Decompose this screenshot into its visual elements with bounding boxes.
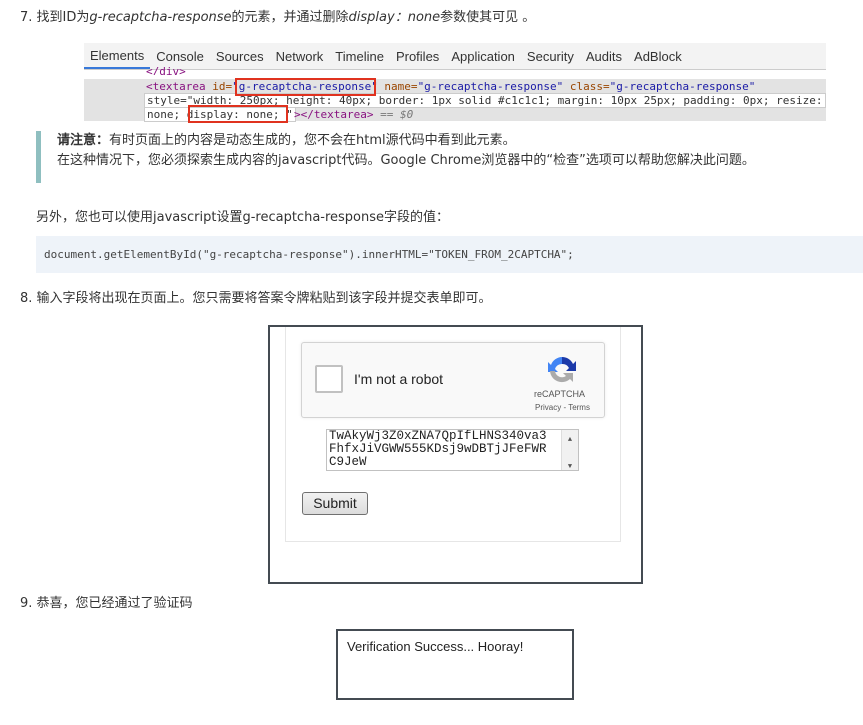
privacy-terms-link[interactable]: Privacy - Terms <box>535 403 590 412</box>
tab-audits[interactable]: Audits <box>580 49 628 64</box>
recaptcha-checkbox[interactable] <box>315 365 343 393</box>
step-7: 7. 找到ID为g-recaptcha-response的元素，并通过删除dis… <box>20 6 535 25</box>
step-9: 9. 恭喜，您已经通过了验证码 <box>20 592 193 611</box>
recaptcha-widget: I'm not a robot reCAPTCHA Privacy - Term… <box>301 342 605 418</box>
tab-security[interactable]: Security <box>521 49 580 64</box>
recaptcha-label: I'm not a robot <box>354 371 444 387</box>
tab-profiles[interactable]: Profiles <box>390 49 445 64</box>
note-line: 在这种情况下，您必须探索生成内容的javascript代码。Google Chr… <box>57 153 755 168</box>
text: 找到ID为 <box>36 10 90 25</box>
textarea-line: C9JeW <box>329 455 367 469</box>
tab-sources[interactable]: Sources <box>210 49 270 64</box>
css-property: display：none <box>348 10 441 25</box>
value: "g-recaptcha-response" <box>417 80 564 93</box>
attr: id= <box>205 80 233 93</box>
tab-console[interactable]: Console <box>150 49 210 64</box>
code-close: ></textarea> == $0 <box>294 108 413 121</box>
tab-application[interactable]: Application <box>445 49 521 64</box>
text: 的元素，并通过删除 <box>231 10 349 25</box>
success-screenshot: Verification Success... Hooray! <box>336 629 574 700</box>
value: "g-recaptcha-response" <box>609 80 756 93</box>
attr: class= <box>563 80 610 93</box>
devtools-tabs: Elements Console Sources Network Timelin… <box>84 43 826 70</box>
step-number: 9. <box>20 596 33 611</box>
paragraph: 另外，您也可以使用javascript设置g-recaptcha-respons… <box>36 210 450 225</box>
recaptcha-brand: reCAPTCHA <box>534 389 586 399</box>
element-id: g-recaptcha-response <box>89 10 232 25</box>
code-block: document.getElementById("g-recaptcha-res… <box>36 236 863 273</box>
tab-adblock[interactable]: AdBlock <box>628 49 688 64</box>
attr: name= <box>377 80 418 93</box>
tag: <textarea <box>146 80 206 93</box>
text: 恭喜，您已经通过了验证码 <box>36 596 193 611</box>
highlight-box-display <box>188 105 288 123</box>
note-line: 有时页面上的内容是动态生成的，您不会在html源代码中看到此元素。 <box>109 133 516 148</box>
note-label: 请注意： <box>57 133 110 148</box>
text: 参数使其可见 。 <box>440 10 536 25</box>
highlight-box-id <box>235 78 376 96</box>
text: 输入字段将出现在页面上。您只需要将答案令牌粘贴到该字段并提交表单即可。 <box>36 291 492 306</box>
code-line: </div> <box>146 65 186 75</box>
step-number: 7. <box>20 10 33 25</box>
tab-network[interactable]: Network <box>270 49 330 64</box>
success-message: Verification Success... Hooray! <box>347 639 524 654</box>
text: none; <box>147 108 187 121</box>
submit-button[interactable]: Submit <box>302 492 368 515</box>
step-number: 8. <box>20 291 33 306</box>
recaptcha-logo-icon <box>548 356 576 383</box>
tab-elements[interactable]: Elements <box>84 43 151 69</box>
selected-marker: == $0 <box>373 108 414 121</box>
g-recaptcha-response-textarea[interactable]: TwAkyWj3Z0xZNA7QpIfLHNS340va3 FhfxJiVGWW… <box>326 429 579 471</box>
tab-timeline[interactable]: Timeline <box>329 49 390 64</box>
step-8: 8. 输入字段将出现在页面上。您只需要将答案令牌粘贴到该字段并提交表单即可。 <box>20 287 492 306</box>
tag: ></textarea> <box>294 108 374 121</box>
note-block: 请注意：有时页面上的内容是动态生成的，您不会在html源代码中看到此元素。 在这… <box>36 131 847 183</box>
devtools-screenshot: Elements Console Sources Network Timelin… <box>84 43 826 125</box>
textarea-scrollbar[interactable]: ▲ ▼ <box>561 430 578 470</box>
